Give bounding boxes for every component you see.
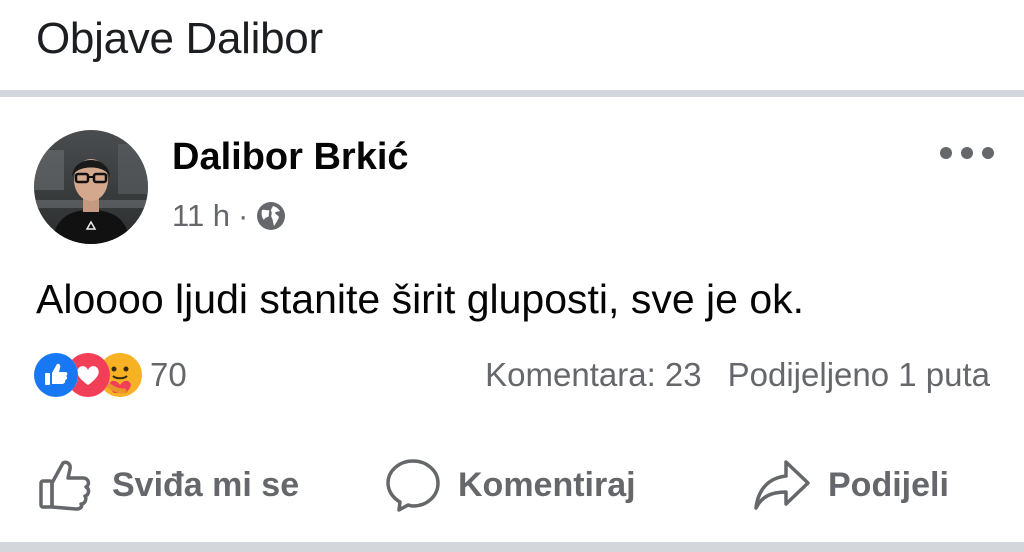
post-meta: 11 h ·	[172, 196, 286, 236]
post-author[interactable]: Dalibor Brkić	[172, 136, 409, 179]
share-button[interactable]: Podijeli	[752, 450, 949, 520]
share-arrow-icon	[752, 456, 812, 514]
meta-separator: ·	[238, 198, 249, 233]
post-actions: Sviđa mi se Komentiraj Podijeli	[0, 450, 1024, 520]
post-time[interactable]: 11 h	[172, 198, 230, 234]
like-icon	[34, 353, 78, 397]
post-divider	[0, 542, 1024, 552]
post-text: Aloooo ljudi stanite širit gluposti, sve…	[36, 276, 805, 322]
globe-icon	[256, 201, 286, 231]
share-label: Podijeli	[828, 465, 949, 504]
avatar[interactable]	[34, 130, 148, 244]
dot	[982, 147, 994, 159]
profile-photo	[34, 130, 148, 244]
reaction-count: 70	[150, 356, 187, 393]
like-button[interactable]: Sviđa mi se	[36, 450, 299, 520]
page-title: Objave Dalibor	[36, 14, 323, 63]
comment-label: Komentiraj	[458, 465, 636, 504]
header-divider	[0, 90, 1024, 97]
reaction-summary[interactable]: 70	[34, 352, 187, 398]
like-label: Sviđa mi se	[112, 465, 300, 504]
comment-bubble-icon	[384, 456, 442, 514]
comments-count[interactable]: Komentara: 23	[485, 356, 701, 394]
comment-button[interactable]: Komentiraj	[384, 450, 636, 520]
shares-count[interactable]: Podijeljeno 1 puta	[728, 356, 990, 394]
post-stats: Komentara: 23 Podijeljeno 1 puta	[485, 352, 990, 398]
dot	[961, 147, 973, 159]
dot	[940, 147, 952, 159]
thumbs-up-icon	[36, 455, 96, 515]
page-header: Objave Dalibor	[0, 0, 1024, 90]
more-options-icon[interactable]	[940, 140, 994, 166]
